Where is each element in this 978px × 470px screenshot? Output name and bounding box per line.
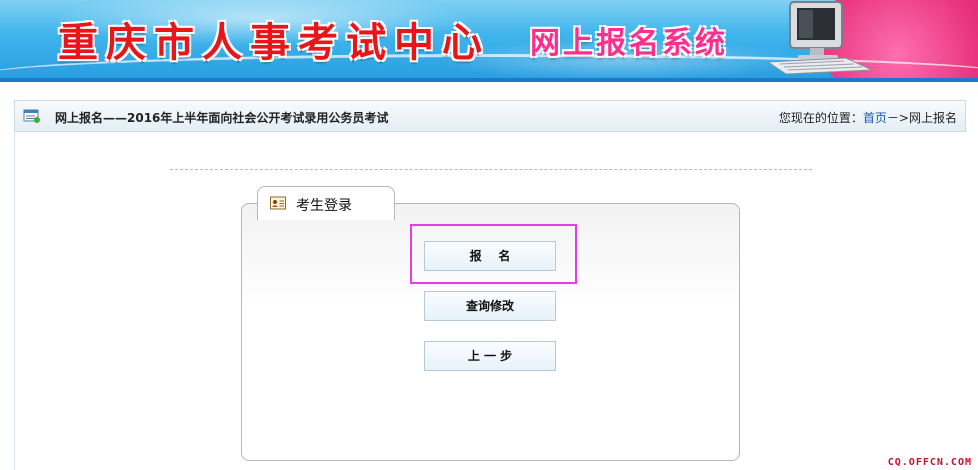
location-prefix: 您现在的位置： [778, 111, 863, 125]
home-link[interactable]: 首页 [863, 111, 887, 125]
previous-step-button[interactable]: 上 一 步 [424, 341, 556, 371]
page-title: 网上报名——2016年上半年面向社会公开考试录用公务员考试 [55, 111, 389, 125]
highlight-box [410, 224, 577, 284]
list-window-icon [23, 109, 40, 123]
breadcrumb-bar: 网上报名——2016年上半年面向社会公开考试录用公务员考试 您现在的位置：首页－… [14, 100, 966, 132]
login-panel-title: 考生登录 [296, 198, 352, 214]
computer-monitor-icon [766, 1, 873, 75]
watermark: CQ.OFFCN.COM [887, 457, 972, 468]
content-border-left [14, 132, 15, 470]
header-banner: 重庆市人事考试中心 网上报名系统 [0, 0, 978, 82]
system-title: 网上报名系统 [530, 26, 728, 61]
breadcrumb-separator: －> [886, 111, 909, 125]
dashed-divider [170, 169, 812, 170]
login-panel-tab: 考生登录 [257, 186, 395, 220]
site-title: 重庆市人事考试中心 [58, 19, 490, 66]
breadcrumb: 您现在的位置：首页－>网上报名 [779, 109, 957, 126]
id-card-icon [270, 196, 286, 210]
query-modify-button[interactable]: 查询修改 [424, 291, 556, 321]
breadcrumb-current: 网上报名 [908, 111, 957, 125]
